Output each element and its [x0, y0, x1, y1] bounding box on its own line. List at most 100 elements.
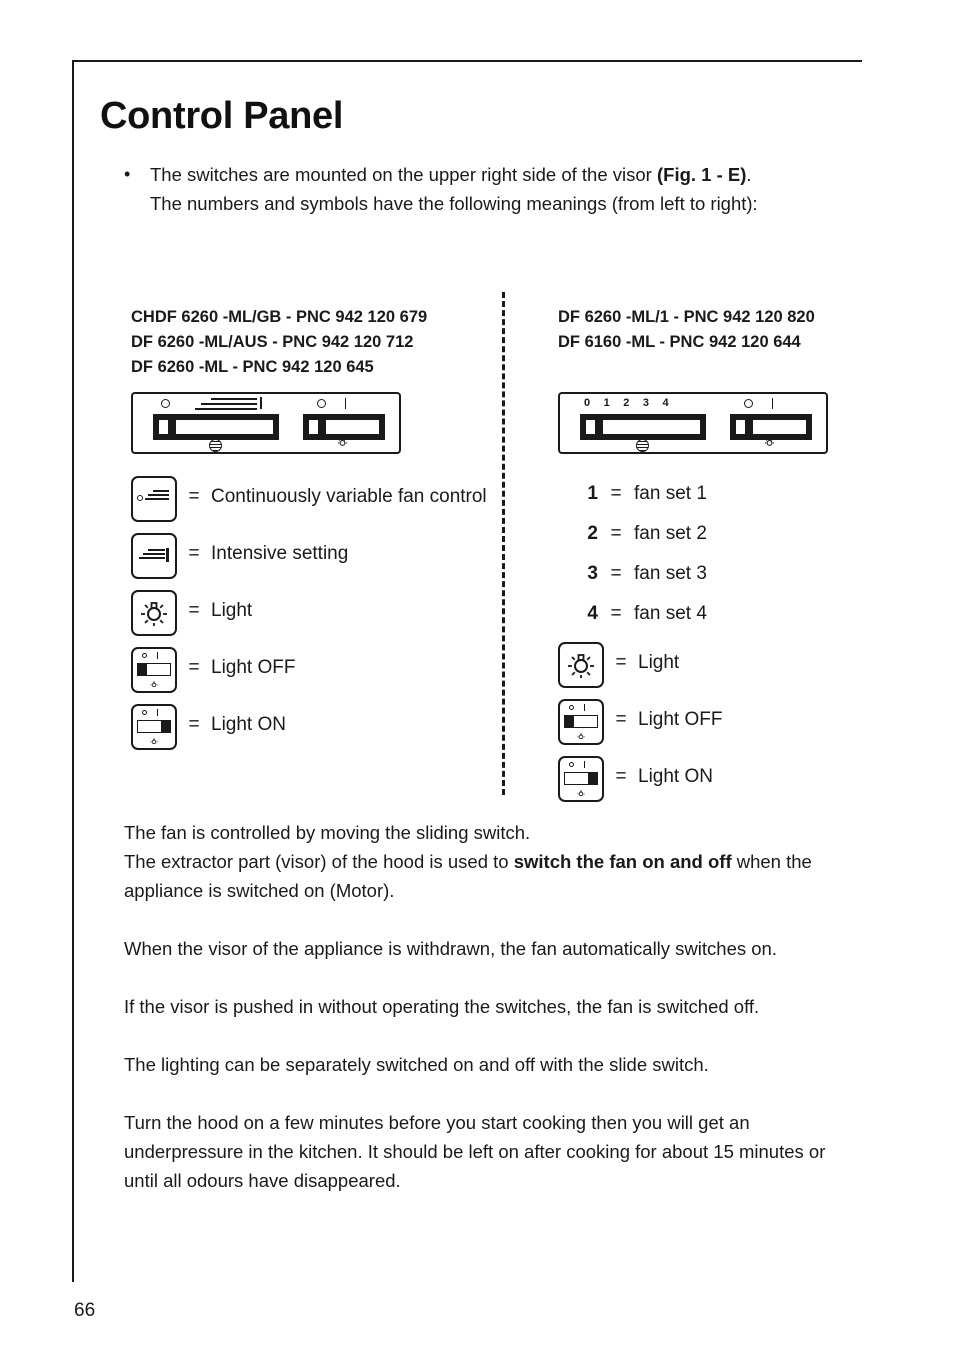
fan-setting-row-1: 1 = fan set 1	[558, 478, 888, 510]
legend-equals: =	[615, 709, 627, 730]
legend-row-light: = Light	[558, 642, 888, 688]
right-light-slider-group	[728, 394, 814, 452]
fan-scale-4: 4	[662, 397, 670, 409]
fan-setting-number: 1	[587, 483, 598, 504]
fan-setting-label: fan set 4	[634, 603, 707, 624]
right-model-line-2: DF 6160 -ML - PNC 942 120 644	[558, 333, 801, 351]
body-p1-line1: The fan is controlled by moving the slid…	[124, 822, 531, 843]
left-model-line-2: DF 6260 -ML/AUS - PNC 942 120 712	[131, 333, 414, 351]
intro-bullet-block: • The switches are mounted on the upper …	[124, 160, 836, 218]
fan-scale-labels: 0 1 2 3 4	[584, 398, 669, 409]
legend-equals: =	[615, 766, 627, 787]
legend-row-light-on: = Light ON	[131, 704, 491, 750]
light-slider-window	[752, 419, 807, 435]
legend-label-light: Light	[211, 600, 253, 621]
body-paragraph-1: The fan is controlled by moving the slid…	[124, 818, 840, 905]
fan-scale-1: 1	[603, 397, 611, 409]
legend-label-light-off: Light OFF	[638, 709, 723, 730]
fan-slider-knob[interactable]	[157, 418, 170, 436]
right-fan-settings-list: 1 = fan set 1 2 = fan set 2 3 = fan set …	[558, 478, 888, 630]
lamp-symbol-icon	[764, 437, 775, 446]
left-control-panel-diagram	[131, 392, 401, 454]
legend-label-light-on: Light ON	[638, 766, 713, 787]
legend-equals: =	[615, 652, 627, 673]
fan-slider-knob[interactable]	[584, 418, 597, 436]
fan-setting-row-4: 4 = fan set 4	[558, 598, 888, 630]
light-slider-window	[325, 419, 380, 435]
left-fan-slider-group	[151, 394, 281, 452]
right-control-panel-diagram: 0 1 2 3 4	[558, 392, 828, 454]
page-left-rule	[72, 60, 74, 1282]
light-on-switch-icon	[558, 756, 604, 802]
legend-row-light-on: = Light ON	[558, 756, 888, 802]
light-slider-knob[interactable]	[734, 418, 747, 436]
fan-setting-row-2: 2 = fan set 2	[558, 518, 888, 550]
body-paragraph-3: If the visor is pushed in without operat…	[124, 996, 760, 1017]
page-title: Control Panel	[100, 95, 344, 137]
right-legend-list: = Light = Light OFF = Light ON	[558, 642, 888, 802]
intro-line1-a: The switches are mounted on the upper ri…	[150, 164, 657, 185]
legend-equals: =	[610, 563, 622, 584]
legend-equals: =	[610, 523, 622, 544]
legend-row-light-off: = Light OFF	[131, 647, 491, 693]
light-scale-on-icon	[345, 398, 346, 409]
legend-label-variable-fan: Continuously variable fan control	[211, 486, 487, 507]
body-p1-line2a: The extractor part (visor) of the hood i…	[124, 851, 514, 872]
fan-scale-2: 2	[623, 397, 630, 409]
lamp-symbol-icon	[337, 437, 348, 446]
fan-scale-off-icon	[161, 399, 170, 408]
legend-equals: =	[188, 600, 200, 621]
fan-setting-label: fan set 2	[634, 523, 707, 544]
fan-symbol-icon	[636, 439, 649, 452]
legend-label-intensive: Intensive setting	[211, 543, 349, 564]
legend-equals: =	[610, 603, 622, 624]
light-bulb-icon	[558, 642, 604, 688]
fan-setting-number: 3	[587, 563, 598, 584]
right-column: DF 6260 -ML/1 - PNC 942 120 820 DF 6160 …	[558, 305, 888, 813]
fan-slider-track[interactable]	[153, 414, 279, 440]
left-column: CHDF 6260 -ML/GB - PNC 942 120 679 DF 62…	[131, 305, 491, 761]
legend-label-light-on: Light ON	[211, 714, 286, 735]
intensive-setting-icon	[131, 533, 177, 579]
fan-setting-row-3: 3 = fan set 3	[558, 558, 888, 590]
intro-text: The switches are mounted on the upper ri…	[150, 160, 836, 218]
left-light-slider-group	[301, 394, 387, 452]
legend-equals: =	[188, 543, 200, 564]
intro-line2: The numbers and symbols have the followi…	[150, 193, 758, 214]
body-paragraph-4: The lighting can be separately switched …	[124, 1054, 709, 1075]
legend-row-light: = Light	[131, 590, 491, 636]
right-fan-slider-group: 0 1 2 3 4	[578, 394, 708, 452]
light-scale-off-icon	[317, 399, 326, 408]
fan-setting-label: fan set 1	[634, 483, 707, 504]
legend-label-light-off: Light OFF	[211, 657, 296, 678]
right-model-line-1: DF 6260 -ML/1 - PNC 942 120 820	[558, 308, 815, 326]
fan-symbol-icon	[209, 439, 222, 452]
page-top-rule	[72, 60, 862, 62]
fan-scale-3: 3	[642, 397, 650, 409]
document-page: Control Panel • The switches are mounted…	[0, 0, 954, 1352]
fan-setting-number: 4	[587, 603, 598, 624]
fan-slider-window	[175, 419, 274, 435]
light-off-switch-icon	[558, 699, 604, 745]
light-scale-on-icon	[772, 398, 773, 409]
legend-equals: =	[188, 714, 200, 735]
fan-slider-track[interactable]	[580, 414, 706, 440]
legend-equals: =	[188, 657, 200, 678]
body-text-block: The fan is controlled by moving the slid…	[124, 818, 840, 1195]
left-model-line-1: CHDF 6260 -ML/GB - PNC 942 120 679	[131, 308, 428, 326]
bullet-marker: •	[124, 164, 131, 184]
legend-label-light: Light	[638, 652, 680, 673]
light-bulb-icon	[131, 590, 177, 636]
left-model-line-3: DF 6260 -ML - PNC 942 120 645	[131, 358, 374, 376]
light-slider-knob[interactable]	[307, 418, 320, 436]
page-number: 66	[74, 1300, 96, 1321]
intro-fig-reference: (Fig. 1 - E)	[656, 164, 747, 185]
column-divider	[502, 292, 505, 795]
legend-row-intensive: = Intensive setting	[131, 533, 491, 579]
fan-scale-max-icon	[260, 397, 262, 409]
body-p1-bold: switch the fan on and off	[513, 851, 732, 872]
light-scale-off-icon	[744, 399, 753, 408]
fan-setting-number: 2	[587, 523, 598, 544]
left-legend-list: = Continuously variable fan control = In…	[131, 476, 491, 750]
intro-line1-c: .	[746, 164, 752, 185]
